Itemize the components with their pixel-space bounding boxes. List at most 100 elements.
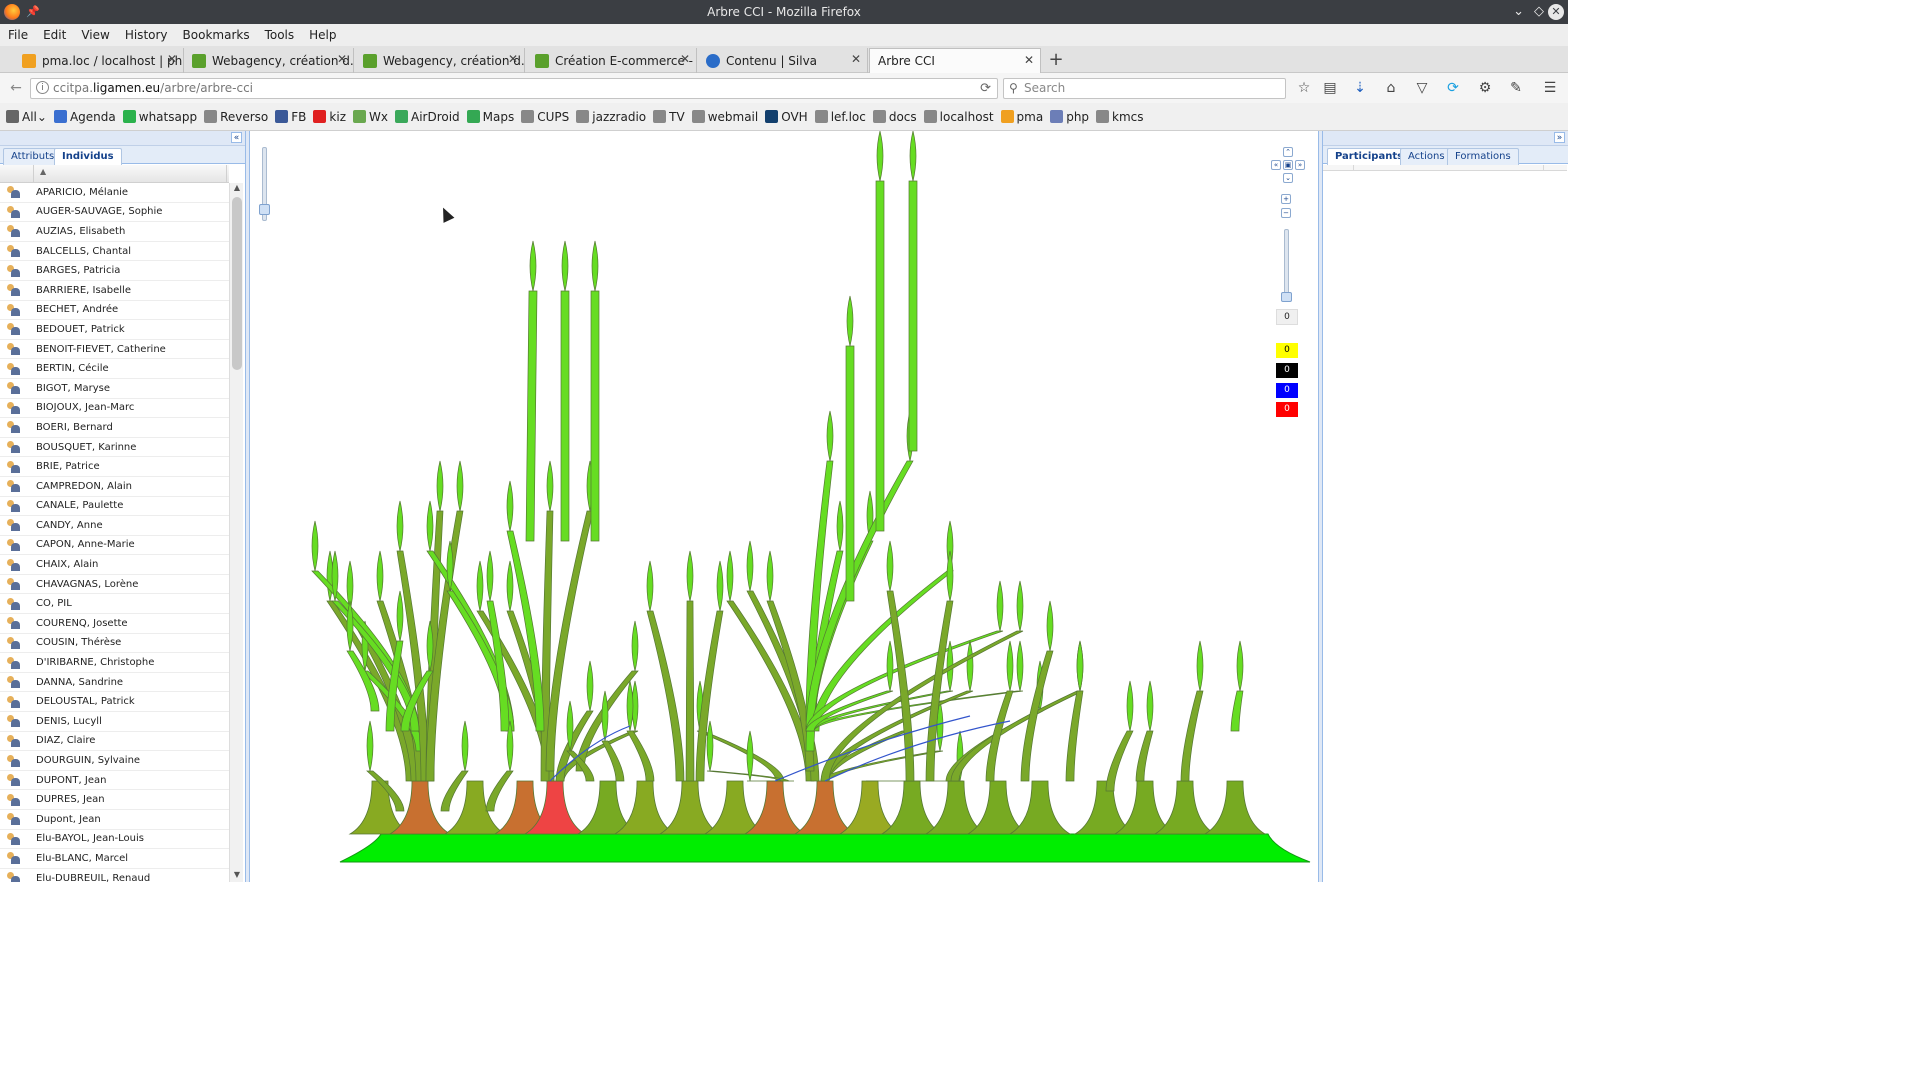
menu-tools[interactable]: Tools bbox=[265, 28, 295, 42]
list-item[interactable]: D'IRIBARNE, Christophe bbox=[0, 653, 229, 673]
grid-header[interactable]: ▲ bbox=[0, 165, 229, 183]
pan-center-icon[interactable]: ▣ bbox=[1283, 160, 1293, 170]
menu-view[interactable]: View bbox=[81, 28, 109, 42]
list-item[interactable]: BERTIN, Cécile bbox=[0, 359, 229, 379]
browser-tab[interactable]: pma.loc / localhost | ph... ✕ bbox=[14, 48, 184, 73]
sync-icon[interactable]: ⟳ bbox=[1444, 79, 1462, 97]
list-item[interactable]: AUGER-SAUVAGE, Sophie bbox=[0, 203, 229, 223]
tab-individus[interactable]: Individus bbox=[54, 148, 122, 166]
bookmark-item[interactable]: FB bbox=[275, 110, 306, 124]
bookmark-item[interactable]: TV bbox=[653, 110, 685, 124]
list-item[interactable]: BARGES, Patricia bbox=[0, 261, 229, 281]
list-item[interactable]: APARICIO, Mélanie bbox=[0, 183, 229, 203]
new-tab-icon[interactable]: + bbox=[1046, 46, 1066, 73]
menu-file[interactable]: File bbox=[8, 28, 28, 42]
extension-icon[interactable]: ⚙ bbox=[1476, 79, 1494, 97]
scrollbar-thumb[interactable] bbox=[232, 197, 242, 370]
search-input[interactable]: ⚲ Search bbox=[1003, 78, 1286, 99]
tab-close-icon[interactable]: ✕ bbox=[337, 52, 347, 66]
list-item[interactable]: BRIE, Patrice bbox=[0, 457, 229, 477]
left-zoom-slider[interactable] bbox=[259, 147, 270, 221]
bookmark-item[interactable]: pma bbox=[1000, 110, 1043, 124]
list-item[interactable]: Dupont, Jean bbox=[0, 810, 229, 830]
tab-close-icon[interactable]: ✕ bbox=[1024, 53, 1034, 67]
list-item[interactable]: CHAVAGNAS, Lorène bbox=[0, 575, 229, 595]
tab-actions[interactable]: Actions bbox=[1400, 148, 1453, 165]
list-item[interactable]: BIGOT, Maryse bbox=[0, 379, 229, 399]
bookmark-item[interactable]: kmcs bbox=[1096, 110, 1144, 124]
browser-tab[interactable]: Création E-commerce - ... ✕ bbox=[527, 48, 697, 73]
tab-close-icon[interactable]: ✕ bbox=[167, 52, 177, 66]
browser-tab[interactable]: Contenu | Silva ✕ bbox=[698, 48, 868, 73]
list-item[interactable]: AUZIAS, Elisabeth bbox=[0, 222, 229, 242]
list-item[interactable]: BIOJOUX, Jean-Marc bbox=[0, 399, 229, 419]
zoom-out-icon[interactable]: − bbox=[1281, 208, 1291, 218]
list-item[interactable]: COUSIN, Thérèse bbox=[0, 634, 229, 654]
menu-help[interactable]: Help bbox=[309, 28, 336, 42]
minimize-icon[interactable]: ⌄ bbox=[1513, 0, 1524, 24]
zoom-slider-knob[interactable] bbox=[1281, 292, 1292, 302]
list-item[interactable]: DENIS, Lucyll bbox=[0, 712, 229, 732]
tree-drawing[interactable] bbox=[250, 131, 1319, 882]
menu-edit[interactable]: Edit bbox=[43, 28, 66, 42]
bookmark-item[interactable]: localhost bbox=[923, 110, 994, 124]
bookmark-item[interactable]: jazzradio bbox=[576, 110, 646, 124]
list-item[interactable]: BEDOUET, Patrick bbox=[0, 320, 229, 340]
zoom-slider[interactable] bbox=[1281, 229, 1292, 302]
bookmark-item[interactable]: lef.loc bbox=[814, 110, 866, 124]
scroll-down-icon[interactable]: ▼ bbox=[230, 870, 244, 882]
home-icon[interactable]: ⌂ bbox=[1382, 79, 1400, 97]
bookmark-item[interactable]: Wx bbox=[353, 110, 388, 124]
download-icon[interactable]: ⇣ bbox=[1351, 79, 1369, 97]
pan-down-icon[interactable]: ⌄ bbox=[1283, 173, 1293, 183]
zoom-in-icon[interactable]: + bbox=[1281, 194, 1291, 204]
close-window-icon[interactable]: ✕ bbox=[1548, 4, 1564, 20]
pin-icon[interactable]: 📌 bbox=[26, 0, 40, 24]
bookmark-item[interactable]: php bbox=[1050, 110, 1089, 124]
star-icon[interactable]: ☆ bbox=[1295, 79, 1313, 97]
hamburger-menu-icon[interactable]: ☰ bbox=[1541, 79, 1559, 97]
list-item[interactable]: BALCELLS, Chantal bbox=[0, 242, 229, 262]
bookmark-item[interactable]: docs bbox=[872, 110, 917, 124]
browser-tab[interactable]: Webagency, création d... ✕ bbox=[355, 48, 525, 73]
browser-tab-active[interactable]: Arbre CCI ✕ bbox=[869, 48, 1041, 73]
menu-history[interactable]: History bbox=[125, 28, 168, 42]
bookmark-item[interactable]: Reverso bbox=[204, 110, 268, 124]
tab-close-icon[interactable]: ✕ bbox=[851, 52, 861, 66]
collapse-right-icon[interactable]: » bbox=[1554, 132, 1565, 143]
list-item[interactable]: CAPON, Anne-Marie bbox=[0, 536, 229, 556]
maximize-icon[interactable]: ◇ bbox=[1534, 0, 1544, 24]
bookmark-item[interactable]: Maps bbox=[466, 110, 514, 124]
tab-close-icon[interactable]: ✕ bbox=[508, 52, 518, 66]
list-item[interactable]: BOUSQUET, Karinne bbox=[0, 438, 229, 458]
clipboard-icon[interactable]: ▤ bbox=[1321, 79, 1339, 97]
bookmark-item[interactable]: All ⌄ bbox=[6, 110, 47, 124]
list-scrollbar[interactable]: ▲ ▼ bbox=[229, 183, 243, 882]
bookmark-item[interactable]: whatsapp bbox=[122, 110, 197, 124]
list-item[interactable]: CO, PIL bbox=[0, 594, 229, 615]
tab-participants[interactable]: Participants bbox=[1327, 148, 1412, 166]
pan-up-icon[interactable]: ⌃ bbox=[1283, 147, 1293, 157]
pan-right-icon[interactable]: » bbox=[1295, 160, 1305, 170]
list-item[interactable]: DUPONT, Jean bbox=[0, 771, 229, 791]
list-item[interactable]: CANDY, Anne bbox=[0, 516, 229, 536]
list-item[interactable]: CAMPREDON, Alain bbox=[0, 477, 229, 497]
list-item[interactable]: Elu-BLANC, Marcel bbox=[0, 849, 229, 869]
list-item[interactable]: DANNA, Sandrine bbox=[0, 673, 229, 693]
tree-canvas[interactable]: ⌃ « ▣ » ⌄ + − 0 0 0 0 0 ⋮ bbox=[249, 131, 1319, 882]
list-item[interactable]: DIAZ, Claire bbox=[0, 732, 229, 752]
list-item[interactable]: CANALE, Paulette bbox=[0, 497, 229, 517]
list-item[interactable]: BECHET, Andrée bbox=[0, 301, 229, 321]
list-item[interactable]: DELOUSTAL, Patrick bbox=[0, 692, 229, 713]
collapse-left-icon[interactable]: « bbox=[231, 132, 242, 143]
bookmark-item[interactable]: CUPS bbox=[521, 110, 569, 124]
list-item[interactable]: Elu-DUBREUIL, Renaud bbox=[0, 869, 229, 882]
pan-left-icon[interactable]: « bbox=[1271, 160, 1281, 170]
right-splitter-handle[interactable]: ⋮ bbox=[1314, 503, 1318, 514]
menu-bookmarks[interactable]: Bookmarks bbox=[183, 28, 250, 42]
reload-icon[interactable]: ⟳ bbox=[980, 79, 991, 98]
bookmark-item[interactable]: webmail bbox=[691, 110, 758, 124]
tab-formations[interactable]: Formations bbox=[1447, 148, 1519, 165]
sort-ascending-icon[interactable]: ▲ bbox=[40, 167, 46, 176]
list-item[interactable]: CHAIX, Alain bbox=[0, 555, 229, 575]
